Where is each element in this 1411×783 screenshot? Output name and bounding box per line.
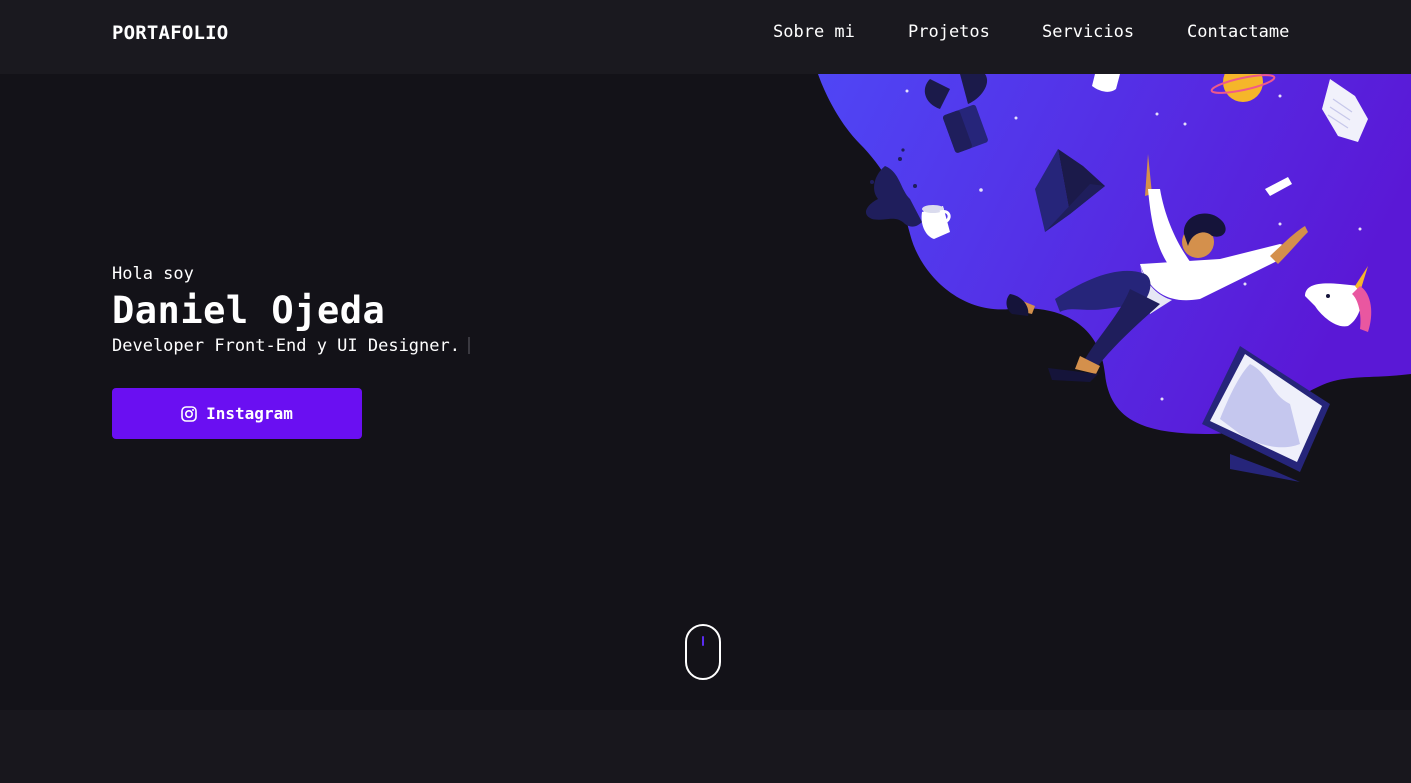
- mouse-scroll-icon[interactable]: [685, 624, 721, 680]
- nav-link-servicios[interactable]: Servicios: [1042, 22, 1134, 42]
- nav-link-contactame[interactable]: Contactame: [1187, 22, 1289, 42]
- hero-role-line: Developer Front-End y UI Designer.: [112, 336, 470, 356]
- hero-illustration: [800, 62, 1411, 494]
- next-section: [0, 710, 1411, 783]
- navbar: PORTAFOLIO Sobre mi Projetos Servicios C…: [0, 0, 1411, 74]
- hero-role-text: Developer Front-End y UI Designer.: [112, 336, 460, 356]
- instagram-button[interactable]: Instagram: [112, 388, 362, 439]
- hero-greeting: Hola soy: [112, 264, 194, 284]
- floating-developer-illustration: [818, 62, 1411, 482]
- hero-name: Daniel Ojeda: [112, 289, 386, 332]
- purple-blob-shape: [818, 74, 1411, 434]
- instagram-button-label: Instagram: [206, 404, 293, 423]
- typing-cursor: [468, 337, 470, 354]
- site-logo[interactable]: PORTAFOLIO: [112, 22, 228, 44]
- instagram-icon: [181, 405, 197, 422]
- mouse-wheel: [702, 636, 704, 646]
- nav-link-sobre-mi[interactable]: Sobre mi: [773, 22, 855, 42]
- nav-link-projetos[interactable]: Projetos: [908, 22, 990, 42]
